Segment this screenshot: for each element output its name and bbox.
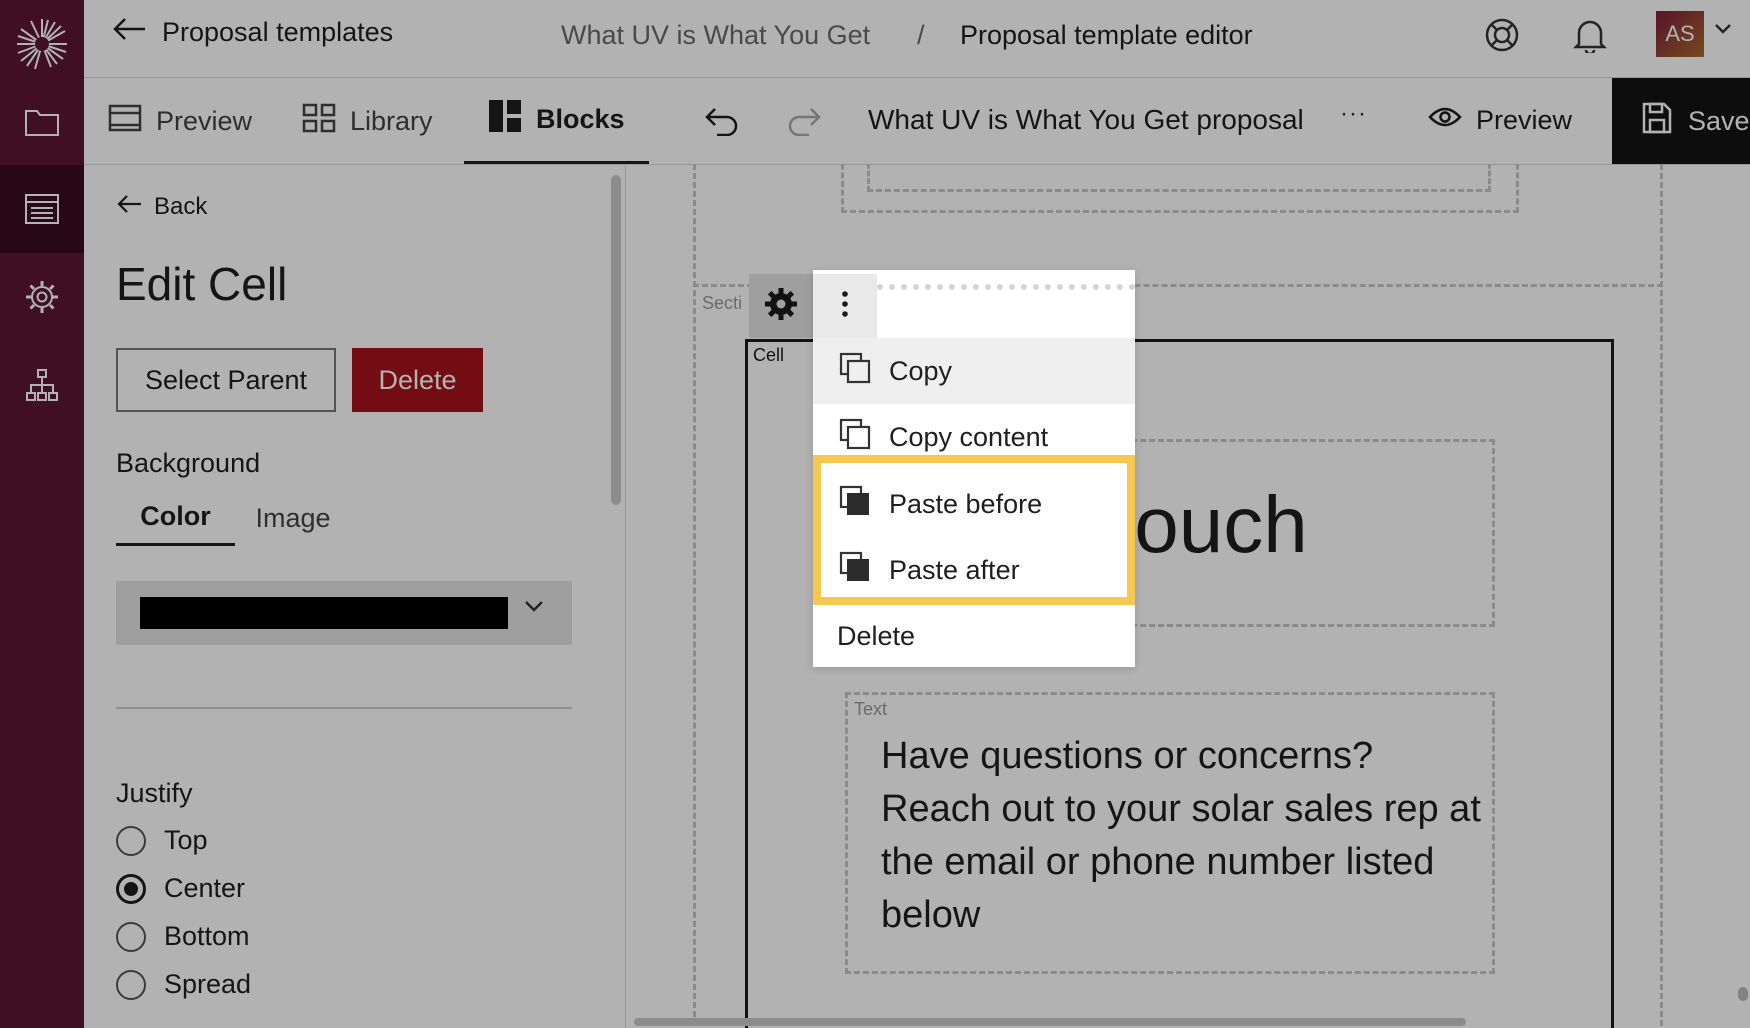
- tab-library-label: Library: [350, 105, 433, 136]
- menu-item-label: Copy: [889, 355, 953, 386]
- more-options-button[interactable]: ···: [1340, 100, 1367, 128]
- left-rail: [0, 0, 84, 1028]
- blocks-icon: [488, 99, 522, 140]
- top-header: Proposal templates What UV is What You G…: [84, 0, 1750, 78]
- background-label: Background: [116, 448, 261, 478]
- tab-preview[interactable]: Preview: [108, 78, 252, 164]
- menu-item-copy[interactable]: Copy: [813, 338, 1135, 404]
- horizontal-scrollbar[interactable]: [634, 1018, 1466, 1026]
- radio-button-checked[interactable]: [116, 873, 146, 904]
- tab-preview-label: Preview: [156, 105, 253, 136]
- list-icon[interactable]: [0, 165, 84, 253]
- save-icon: [1642, 102, 1672, 141]
- menu-item-label: Delete: [837, 620, 916, 651]
- bell-icon[interactable]: [1570, 15, 1610, 55]
- panel-scrollbar[interactable]: [611, 175, 621, 505]
- logo-icon[interactable]: [0, 0, 84, 88]
- justify-label: Justify: [116, 778, 193, 808]
- breadcrumb-project[interactable]: What UV is What You Get: [561, 20, 870, 51]
- heading-text[interactable]: touch: [1112, 485, 1308, 565]
- section-label: Secti: [702, 293, 743, 313]
- upper-inner-block-outline: [867, 165, 1491, 192]
- body-text[interactable]: Have questions or concerns? Reach out to…: [881, 730, 1491, 942]
- panel-title: Edit Cell: [116, 258, 288, 310]
- context-menu-header: [813, 270, 1135, 338]
- chevron-down-icon[interactable]: [1714, 22, 1732, 40]
- edit-cell-panel: Back Edit Cell Select Parent Delete Back…: [84, 165, 626, 1028]
- menu-item-delete[interactable]: Delete: [813, 603, 1135, 669]
- arrow-left-icon: [112, 17, 146, 48]
- radio-button[interactable]: [116, 921, 146, 952]
- paste-options-highlight: [813, 455, 1135, 605]
- hierarchy-icon[interactable]: [0, 341, 84, 429]
- background-color-select[interactable]: [116, 581, 572, 645]
- breadcrumb-separator: /: [917, 20, 925, 50]
- tab-blocks[interactable]: Blocks: [464, 78, 649, 164]
- back-to-templates-label: Proposal templates: [162, 17, 394, 47]
- color-swatch: [140, 597, 508, 629]
- radio-button[interactable]: [116, 825, 146, 856]
- tab-blocks-label: Blocks: [536, 104, 625, 134]
- text-block-label: Text: [854, 699, 888, 719]
- grid-icon: [302, 103, 336, 140]
- tab-background-image[interactable]: Image: [243, 490, 343, 546]
- menu-item-label: Copy content: [889, 421, 1049, 452]
- copy-icon: [839, 418, 871, 457]
- preview-button-label: Preview: [1476, 104, 1573, 135]
- chevron-down-icon: [524, 599, 544, 618]
- delete-cell-button[interactable]: Delete: [352, 348, 483, 412]
- justify-option-label: Spread: [164, 969, 252, 999]
- kebab-icon: [841, 290, 849, 322]
- gear-icon[interactable]: [0, 253, 84, 341]
- eye-icon: [1428, 105, 1462, 136]
- dotted-border: [877, 284, 1135, 290]
- cell-settings-button[interactable]: [749, 274, 813, 338]
- folder-icon[interactable]: [0, 78, 84, 166]
- cell-context-menu: Copy Copy content Paste before Paste aft…: [813, 270, 1135, 667]
- scroll-indicator: [1738, 987, 1748, 1001]
- justify-option-label: Top: [164, 825, 208, 855]
- layout-icon: [108, 104, 142, 139]
- breadcrumb-current: Proposal template editor: [960, 20, 1253, 50]
- justify-option-top[interactable]: Top: [116, 825, 208, 856]
- save-button-label: Save: [1688, 105, 1750, 136]
- save-button[interactable]: Save: [1612, 78, 1750, 164]
- editor-toolbar: Preview Library Blocks What UV is What Y…: [84, 78, 1750, 165]
- kebab-menu-button[interactable]: [813, 274, 877, 338]
- radio-button[interactable]: [116, 969, 146, 1000]
- help-lifebuoy-icon[interactable]: [1482, 15, 1522, 55]
- panel-back-label: Back: [154, 193, 208, 220]
- panel-divider: [116, 707, 572, 709]
- preview-button[interactable]: Preview: [1428, 96, 1572, 144]
- cell-label: Cell: [753, 345, 785, 365]
- justify-option-bottom[interactable]: Bottom: [116, 921, 250, 952]
- tab-background-color[interactable]: Color: [116, 490, 235, 546]
- undo-icon[interactable]: [700, 100, 742, 142]
- gear-icon: [763, 286, 799, 327]
- justify-option-center[interactable]: Center: [116, 873, 245, 904]
- tab-library[interactable]: Library: [302, 78, 433, 164]
- arrow-left-icon: [116, 193, 142, 221]
- redo-icon[interactable]: [784, 100, 826, 142]
- justify-option-label: Center: [164, 873, 246, 903]
- justify-option-spread[interactable]: Spread: [116, 969, 251, 1000]
- back-to-templates-link[interactable]: Proposal templates: [112, 17, 393, 48]
- panel-back-button[interactable]: Back: [116, 193, 207, 221]
- justify-option-label: Bottom: [164, 921, 250, 951]
- select-parent-button[interactable]: Select Parent: [116, 348, 336, 412]
- user-avatar[interactable]: AS: [1656, 11, 1704, 57]
- document-title[interactable]: What UV is What You Get proposal: [868, 104, 1304, 136]
- copy-icon: [839, 352, 871, 391]
